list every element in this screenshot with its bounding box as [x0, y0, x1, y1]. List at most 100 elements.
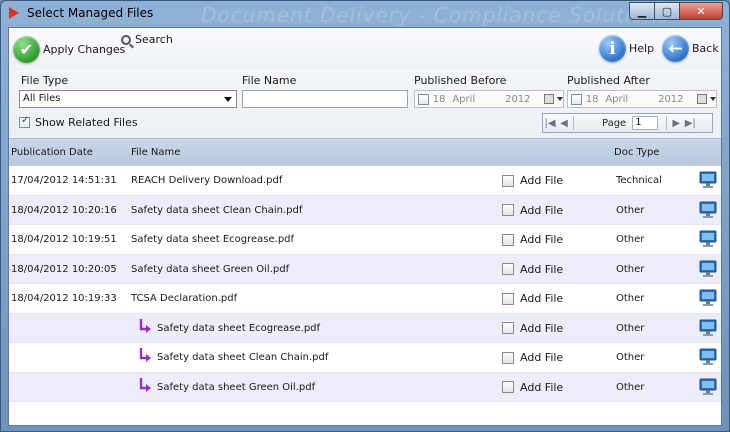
file-name-input[interactable]	[242, 90, 408, 108]
published-after-month: April	[605, 93, 629, 105]
show-related-files-toggle[interactable]: Show Related Files	[19, 115, 138, 129]
add-file-label: Add File	[520, 321, 564, 335]
add-file-toggle[interactable]: Add File	[502, 204, 563, 217]
column-header-publication-date[interactable]: Publication Date	[11, 147, 93, 158]
monitor-icon[interactable]	[699, 319, 717, 337]
add-file-checkbox[interactable]	[502, 381, 514, 393]
child-arrow-icon	[138, 318, 152, 334]
toolbar: ✔ Apply Changes Search i Help ← Back	[9, 28, 721, 70]
chevron-down-icon[interactable]	[557, 97, 563, 101]
search-icon	[121, 34, 131, 45]
search-button[interactable]: Search	[121, 33, 173, 46]
add-file-toggle[interactable]: Add File	[502, 381, 563, 394]
published-before-label: Published Before	[414, 74, 507, 87]
add-file-toggle[interactable]: Add File	[502, 351, 563, 364]
published-before-day: 18	[432, 93, 446, 105]
help-label: Help	[629, 42, 655, 55]
published-after-checkbox[interactable]	[571, 93, 582, 105]
file-type-value: All Files	[23, 93, 61, 104]
file-name-cell: Safety data sheet Green Oil.pdf	[157, 381, 316, 393]
table-row[interactable]: 18/04/2012 10:20:05 Safety data sheet Gre…	[9, 254, 721, 284]
column-header-file-name[interactable]: File Name	[131, 147, 180, 158]
maximize-button[interactable]: ▢	[654, 2, 680, 20]
add-file-checkbox[interactable]	[502, 204, 514, 216]
grid-header: Publication Date File Name Doc Type	[9, 138, 721, 166]
published-before-date-picker[interactable]: 18 April 2012	[414, 90, 564, 108]
back-button[interactable]: ← Back	[662, 35, 719, 62]
add-file-label: Add File	[520, 351, 564, 364]
file-name-cell: Safety data sheet Green Oil.pdf	[131, 263, 290, 275]
close-button[interactable]: ✕	[679, 2, 723, 20]
monitor-icon[interactable]	[699, 348, 717, 366]
add-file-checkbox[interactable]	[502, 292, 514, 305]
publication-date-cell: 17/04/2012 14:51:31	[11, 175, 117, 186]
add-file-toggle[interactable]: Add File	[502, 322, 563, 335]
first-page-icon[interactable]: |◀	[543, 118, 557, 129]
add-file-label: Add File	[520, 174, 564, 187]
add-file-toggle[interactable]: Add File	[502, 292, 563, 305]
table-row[interactable]: 18/04/2012 10:19:51 Safety data sheet Eco…	[9, 225, 721, 255]
show-related-files-label: Show Related Files	[35, 116, 138, 129]
previous-page-icon[interactable]: ◀	[557, 118, 571, 129]
add-file-label: Add File	[520, 292, 564, 305]
page-number-input[interactable]: 1	[632, 116, 659, 130]
file-name-cell: Safety data sheet Ecogrease.pdf	[131, 234, 295, 245]
add-file-toggle[interactable]: Add File	[502, 233, 563, 246]
add-file-label: Add File	[520, 380, 564, 394]
monitor-icon[interactable]	[699, 201, 717, 219]
search-label: Search	[135, 33, 173, 46]
child-arrow-icon	[138, 347, 152, 363]
published-before-checkbox[interactable]	[418, 93, 429, 105]
add-file-toggle[interactable]: Add File	[502, 263, 563, 276]
calendar-icon[interactable]	[544, 94, 554, 104]
table-row[interactable]: Safety data sheet Clean Chain.pdf Add Fil…	[9, 343, 721, 373]
published-after-day: 18	[585, 93, 599, 105]
add-file-checkbox[interactable]	[502, 351, 514, 364]
minimize-button[interactable]: ▁	[629, 2, 655, 20]
doc-type-cell: Technical	[616, 175, 662, 186]
published-before-year: 2012	[505, 93, 531, 105]
file-name-cell: Safety data sheet Clean Chain.pdf	[157, 352, 329, 363]
title-bar[interactable]: Select Managed Files Document Delivery -…	[1, 1, 729, 27]
close-icon: ✕	[696, 4, 706, 18]
child-arrow-icon	[138, 377, 152, 393]
table-row[interactable]: 18/04/2012 10:20:16 Safety data sheet Cle…	[9, 195, 721, 225]
help-button[interactable]: i Help	[599, 35, 654, 62]
file-list: 17/04/2012 14:51:31 REACH Delivery Downlo…	[9, 166, 721, 402]
back-label: Back	[692, 42, 719, 55]
add-file-toggle[interactable]: Add File	[502, 174, 563, 187]
file-type-dropdown[interactable]: All Files	[19, 90, 237, 108]
monitor-icon[interactable]	[699, 171, 717, 189]
monitor-icon[interactable]	[699, 378, 717, 396]
maximize-icon: ▢	[661, 4, 673, 18]
publication-date-cell: 18/04/2012 10:19:51	[11, 234, 117, 245]
publication-date-cell: 18/04/2012 10:19:33	[11, 293, 117, 304]
last-page-icon[interactable]: ▶|	[683, 118, 697, 129]
publication-date-cell: 18/04/2012 10:20:16	[11, 204, 117, 216]
add-file-label: Add File	[520, 233, 564, 246]
table-row[interactable]: Safety data sheet Ecogrease.pdf Add File O…	[9, 313, 721, 343]
published-after-year: 2012	[658, 93, 684, 105]
table-row[interactable]: 18/04/2012 10:19:33 TCSA Declaration.pdf A…	[9, 284, 721, 314]
published-after-date-picker[interactable]: 18 April 2012	[567, 90, 717, 108]
table-row[interactable]: 17/04/2012 14:51:31 REACH Delivery Downlo…	[9, 166, 721, 196]
apply-changes-label: Apply Changes	[43, 43, 126, 56]
monitor-icon[interactable]	[699, 230, 717, 248]
doc-type-cell: Other	[616, 234, 645, 245]
show-related-files-checkbox[interactable]	[19, 115, 30, 128]
column-header-doc-type[interactable]: Doc Type	[614, 147, 659, 158]
table-row[interactable]: Safety data sheet Green Oil.pdf Add File O…	[9, 372, 721, 402]
chevron-down-icon[interactable]	[710, 97, 716, 101]
pager-divider	[573, 116, 574, 130]
next-page-icon[interactable]: ▶	[669, 118, 683, 129]
add-file-checkbox[interactable]	[502, 233, 514, 246]
monitor-icon[interactable]	[699, 260, 717, 278]
info-icon: i	[599, 35, 626, 62]
add-file-checkbox[interactable]	[502, 263, 514, 275]
add-file-checkbox[interactable]	[502, 174, 514, 187]
apply-changes-button[interactable]: ✔ Apply Changes	[13, 36, 125, 63]
monitor-icon[interactable]	[699, 289, 717, 307]
add-file-checkbox[interactable]	[502, 322, 514, 334]
window-title: Select Managed Files	[27, 6, 154, 20]
calendar-icon[interactable]	[697, 94, 707, 104]
